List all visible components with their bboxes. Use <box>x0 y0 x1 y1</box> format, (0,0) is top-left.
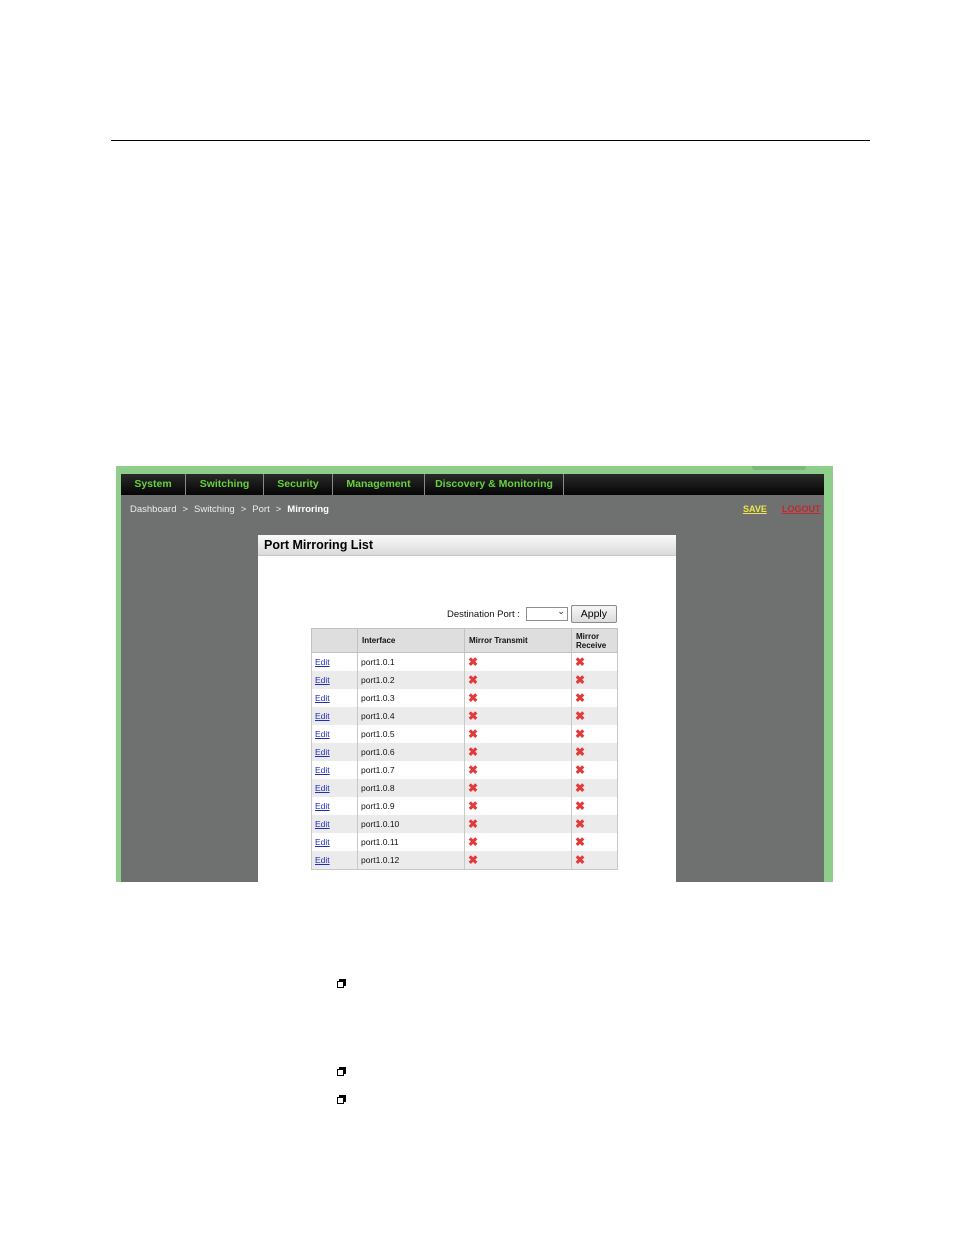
edit-link[interactable]: Edit <box>315 837 330 847</box>
table-row: Edit port1.0.6 ✖ ✖ <box>311 743 618 761</box>
table-header-row: Interface Mirror Transmit Mirror Receive <box>311 628 618 653</box>
red-x-icon: ✖ <box>575 852 586 867</box>
interface-cell: port1.0.8 <box>357 779 465 797</box>
screenshot-frame: System Switching Security Management Dis… <box>116 466 833 882</box>
interface-cell: port1.0.2 <box>357 671 465 689</box>
web-ui: System Switching Security Management Dis… <box>121 474 824 882</box>
table-row: Edit port1.0.12 ✖ ✖ <box>311 851 618 870</box>
panel-title: Port Mirroring List <box>258 535 676 556</box>
interface-cell: port1.0.11 <box>357 833 465 851</box>
breadcrumb-current: Mirroring <box>287 504 329 515</box>
page-rule <box>111 140 870 141</box>
red-x-icon: ✖ <box>468 672 479 687</box>
destination-port-select[interactable]: ⌄ <box>525 606 568 621</box>
header-mirror-receive: Mirror Receive <box>571 628 618 653</box>
red-x-icon: ✖ <box>575 816 586 831</box>
red-x-icon: ✖ <box>575 744 586 759</box>
breadcrumb-separator: > <box>240 504 247 515</box>
save-link[interactable]: SAVE <box>743 504 767 514</box>
edit-link[interactable]: Edit <box>315 675 330 685</box>
table-row: Edit port1.0.1 ✖ ✖ <box>311 652 618 671</box>
main-nav: System Switching Security Management Dis… <box>121 474 824 495</box>
breadcrumb-dashboard[interactable]: Dashboard <box>130 504 176 515</box>
table-row: Edit port1.0.5 ✖ ✖ <box>311 725 618 743</box>
red-x-icon: ✖ <box>575 672 586 687</box>
apply-button[interactable]: Apply <box>570 605 617 623</box>
edit-link[interactable]: Edit <box>315 693 330 703</box>
red-x-icon: ✖ <box>468 654 479 669</box>
destination-port-row: Destination Port : ⌄ Apply <box>447 605 617 623</box>
red-x-icon: ✖ <box>468 762 479 777</box>
edit-link[interactable]: Edit <box>315 729 330 739</box>
breadcrumb-switching[interactable]: Switching <box>194 504 235 515</box>
port-mirroring-panel: Port Mirroring List Destination Port : ⌄… <box>258 535 676 882</box>
red-x-icon: ✖ <box>468 834 479 849</box>
interface-cell: port1.0.5 <box>357 725 465 743</box>
red-x-icon: ✖ <box>575 654 586 669</box>
checkbox-bullet-icon <box>337 1095 347 1105</box>
table-row: Edit port1.0.2 ✖ ✖ <box>311 671 618 689</box>
table-row: Edit port1.0.9 ✖ ✖ <box>311 797 618 815</box>
nav-system[interactable]: System <box>121 474 186 495</box>
red-x-icon: ✖ <box>468 726 479 741</box>
edit-link[interactable]: Edit <box>315 819 330 829</box>
edit-link[interactable]: Edit <box>315 765 330 775</box>
header-actions <box>311 628 358 653</box>
checkbox-bullet-icon <box>337 979 347 989</box>
table-row: Edit port1.0.3 ✖ ✖ <box>311 689 618 707</box>
interface-cell: port1.0.1 <box>357 652 465 671</box>
red-x-icon: ✖ <box>575 834 586 849</box>
interface-cell: port1.0.4 <box>357 707 465 725</box>
table-row: Edit port1.0.11 ✖ ✖ <box>311 833 618 851</box>
nav-management[interactable]: Management <box>333 474 425 495</box>
port-mirroring-table: Interface Mirror Transmit Mirror Receive… <box>311 628 618 870</box>
destination-port-label: Destination Port : <box>447 608 520 620</box>
interface-cell: port1.0.12 <box>357 851 465 870</box>
frame-tab <box>752 466 806 470</box>
header-mirror-transmit: Mirror Transmit <box>464 628 572 653</box>
chevron-down-icon: ⌄ <box>557 606 565 616</box>
edit-link[interactable]: Edit <box>315 801 330 811</box>
edit-link[interactable]: Edit <box>315 855 330 865</box>
table-row: Edit port1.0.7 ✖ ✖ <box>311 761 618 779</box>
red-x-icon: ✖ <box>468 690 479 705</box>
breadcrumb-separator: > <box>275 504 282 515</box>
header-interface: Interface <box>357 628 465 653</box>
red-x-icon: ✖ <box>575 708 586 723</box>
nav-security[interactable]: Security <box>264 474 333 495</box>
nav-discovery-monitoring[interactable]: Discovery & Monitoring <box>425 474 564 495</box>
interface-cell: port1.0.9 <box>357 797 465 815</box>
table-row: Edit port1.0.8 ✖ ✖ <box>311 779 618 797</box>
edit-link[interactable]: Edit <box>315 711 330 721</box>
red-x-icon: ✖ <box>575 726 586 741</box>
breadcrumb: Dashboard > Switching > Port > Mirroring <box>130 504 329 515</box>
red-x-icon: ✖ <box>468 780 479 795</box>
checkbox-bullet-icon <box>337 1067 347 1077</box>
breadcrumb-port[interactable]: Port <box>252 504 269 515</box>
nav-switching[interactable]: Switching <box>186 474 264 495</box>
edit-link[interactable]: Edit <box>315 783 330 793</box>
red-x-icon: ✖ <box>468 744 479 759</box>
interface-cell: port1.0.6 <box>357 743 465 761</box>
table-row: Edit port1.0.10 ✖ ✖ <box>311 815 618 833</box>
red-x-icon: ✖ <box>575 690 586 705</box>
red-x-icon: ✖ <box>468 816 479 831</box>
interface-cell: port1.0.3 <box>357 689 465 707</box>
edit-link[interactable]: Edit <box>315 747 330 757</box>
red-x-icon: ✖ <box>468 798 479 813</box>
table-row: Edit port1.0.4 ✖ ✖ <box>311 707 618 725</box>
red-x-icon: ✖ <box>575 780 586 795</box>
breadcrumb-separator: > <box>182 504 189 515</box>
logout-link[interactable]: LOGOUT <box>782 504 821 514</box>
red-x-icon: ✖ <box>468 852 479 867</box>
interface-cell: port1.0.7 <box>357 761 465 779</box>
interface-cell: port1.0.10 <box>357 815 465 833</box>
red-x-icon: ✖ <box>575 762 586 777</box>
red-x-icon: ✖ <box>468 708 479 723</box>
red-x-icon: ✖ <box>575 798 586 813</box>
edit-link[interactable]: Edit <box>315 657 330 667</box>
